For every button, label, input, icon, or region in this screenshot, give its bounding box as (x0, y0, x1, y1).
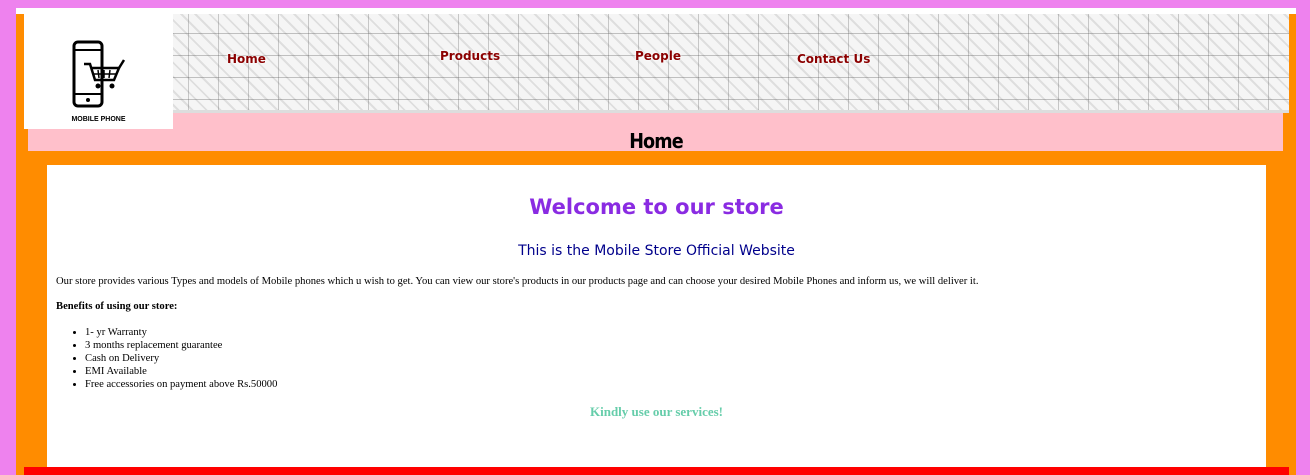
list-item: 1- yr Warranty (85, 326, 277, 339)
benefits-heading: Benefits of using our store: (56, 301, 178, 312)
nav-home-link[interactable]: Home (227, 52, 266, 66)
page-title: Home (629, 129, 683, 153)
list-item: Cash on Delivery (85, 352, 277, 365)
logo-text: MOBILE PHONE (71, 116, 126, 123)
list-item: 3 months replacement guarantee (85, 339, 277, 352)
phone-cart-icon (72, 40, 126, 108)
list-item: EMI Available (85, 365, 277, 378)
closing-message: Kindly use our services! (589, 404, 723, 419)
page-frame: MOBILE PHONE Home Products People Contac… (16, 8, 1296, 475)
main-content: Welcome to our store This is the Mobile … (47, 165, 1266, 467)
nav-contact-link[interactable]: Contact Us (797, 52, 870, 66)
subtitle: This is the Mobile Store Official Websit… (518, 243, 795, 259)
list-item: Free accessories on payment above Rs.500… (85, 378, 277, 391)
nav-products-link[interactable]: Products (440, 49, 500, 63)
footer-bar (24, 467, 1289, 475)
welcome-heading: Welcome to our store (529, 195, 784, 219)
benefits-list: 1- yr Warranty 3 months replacement guar… (56, 326, 277, 391)
store-description: Our store provides various Types and mod… (56, 276, 979, 287)
logo[interactable]: MOBILE PHONE (24, 14, 173, 129)
nav-people-link[interactable]: People (635, 49, 681, 63)
